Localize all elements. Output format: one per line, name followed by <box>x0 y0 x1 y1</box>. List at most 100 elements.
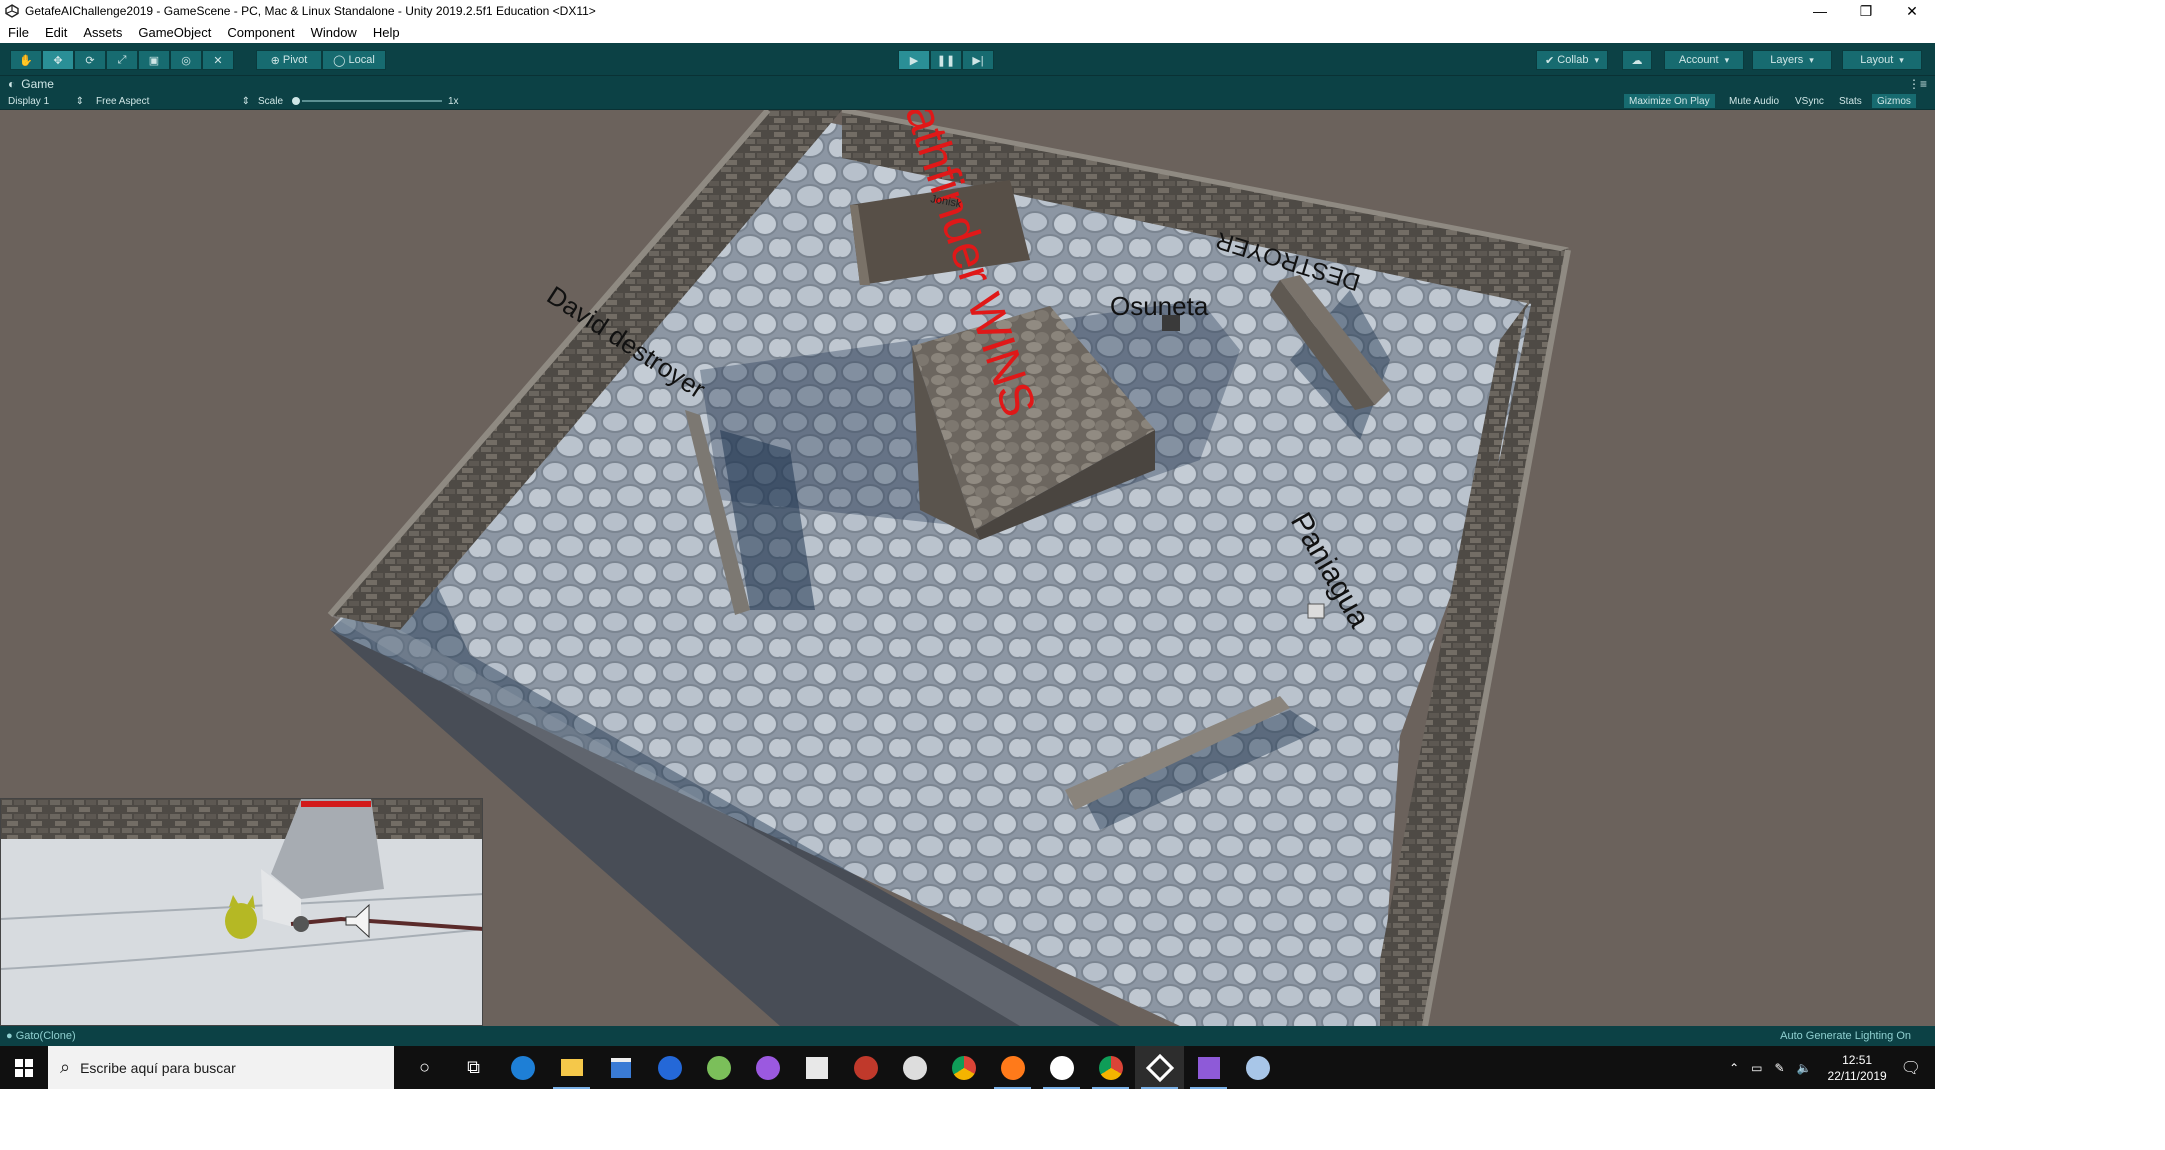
clock-date: 22/11/2019 <box>1827 1068 1887 1083</box>
menu-component[interactable]: Component <box>219 25 302 40</box>
transform-tool-icon[interactable]: ◎ <box>170 50 202 70</box>
title-bar: GetafeAIChallenge2019 - GameScene - PC, … <box>0 0 1935 22</box>
visual-studio-icon[interactable] <box>1184 1046 1233 1089</box>
minimize-button[interactable]: — <box>1797 0 1843 22</box>
start-button[interactable] <box>0 1046 48 1089</box>
store-icon[interactable] <box>596 1046 645 1089</box>
local-toggle[interactable]: ◯ Local <box>322 50 386 70</box>
taskbar-search[interactable]: ⌕ Escribe aquí para buscar <box>48 1046 394 1089</box>
game-tab-label: Game <box>21 77 54 91</box>
step-icon[interactable]: ▶| <box>962 50 994 70</box>
windows-taskbar: ⌕ Escribe aquí para buscar ○ ⧉ ⌃ ▭ ✎ 🔈 1… <box>0 1046 1935 1089</box>
display-label: Display 1 <box>8 95 50 107</box>
menu-assets[interactable]: Assets <box>75 25 130 40</box>
menu-bar: File Edit Assets GameObject Component Wi… <box>0 22 1935 43</box>
local-label: Local <box>348 54 375 66</box>
notifications-icon[interactable]: 🗨 <box>1901 1058 1921 1078</box>
clock[interactable]: 12:51 22/11/2019 <box>1828 1052 1887 1084</box>
hand-tool-icon[interactable]: ✋ <box>10 50 42 70</box>
show-hidden-icons[interactable]: ⌃ <box>1729 1061 1739 1075</box>
task-view-icon[interactable]: ⧉ <box>449 1046 498 1089</box>
tab-menu-icon[interactable]: ⋮≡ <box>1908 77 1927 91</box>
layers-label: Layers <box>1770 54 1804 66</box>
move-tool-icon[interactable]: ✥ <box>42 50 74 70</box>
selected-object-label: Gato(Clone) <box>15 1030 76 1042</box>
pen-icon[interactable]: ✎ <box>1775 1061 1785 1075</box>
status-selected: ● Gato(Clone) <box>6 1030 76 1042</box>
main-toolbar: ✋ ✥ ⟳ ⤢ ▣ ◎ ✕ ⊕ Pivot ◯ Local ▶ ❚❚ ▶| ✔ … <box>0 43 1935 76</box>
firefox-icon[interactable] <box>988 1046 1037 1089</box>
network-icon[interactable]: ▭ <box>1751 1061 1762 1075</box>
rect-tool-icon[interactable]: ▣ <box>138 50 170 70</box>
windows-logo-icon <box>15 1058 33 1077</box>
rotate-tool-icon[interactable]: ⟳ <box>74 50 106 70</box>
paint-icon[interactable] <box>1233 1046 1282 1089</box>
close-button[interactable]: ✕ <box>1889 0 1935 22</box>
volume-icon[interactable]: 🔈 <box>1797 1061 1812 1075</box>
local-icon: ◯ <box>333 54 349 67</box>
github-icon[interactable] <box>890 1046 939 1089</box>
gizmos-dropdown[interactable]: Gizmos <box>1872 94 1916 108</box>
scale-slider-handle[interactable] <box>292 97 300 105</box>
pivot-icon: ⊕ <box>270 54 283 67</box>
collab-button[interactable]: ✔ Collab <box>1536 50 1608 70</box>
unity-logo-icon <box>5 4 19 18</box>
maximize-on-play-toggle[interactable]: Maximize On Play <box>1624 94 1715 108</box>
scale-tool-icon[interactable]: ⤢ <box>106 50 138 70</box>
menu-file[interactable]: File <box>0 25 37 40</box>
edge-icon[interactable] <box>498 1046 547 1089</box>
cloud-icon[interactable]: ☁ <box>1622 50 1652 70</box>
account-dropdown[interactable]: Account <box>1664 50 1744 70</box>
aspect-chevron-icon: ⇕ <box>241 95 250 107</box>
pause-icon[interactable]: ❚❚ <box>930 50 962 70</box>
display-chevron-icon: ⇕ <box>75 95 84 107</box>
unity-hub-icon[interactable] <box>792 1046 841 1089</box>
info-icon: ● <box>6 1030 16 1042</box>
stats-toggle[interactable]: Stats <box>1834 94 1867 108</box>
unity-editor-icon[interactable] <box>1135 1046 1184 1089</box>
game-tab[interactable]: ◐ Game ⋮≡ <box>0 76 1935 92</box>
app-red-icon[interactable] <box>841 1046 890 1089</box>
transform-tools: ✋ ✥ ⟳ ⤢ ▣ ◎ ✕ <box>10 50 234 70</box>
play-icon[interactable]: ▶ <box>898 50 930 70</box>
word-online-icon[interactable] <box>1037 1046 1086 1089</box>
file-explorer-icon[interactable] <box>547 1046 596 1089</box>
display-dropdown[interactable]: Display 1 ⇕ <box>8 94 84 108</box>
chrome-icon[interactable] <box>939 1046 988 1089</box>
window-title: GetafeAIChallenge2019 - GameScene - PC, … <box>25 4 596 18</box>
maps-icon[interactable] <box>645 1046 694 1089</box>
osuneta-label: Osuneta <box>1110 291 1209 321</box>
android-studio-icon[interactable] <box>694 1046 743 1089</box>
app-purple-icon[interactable] <box>743 1046 792 1089</box>
scale-slider[interactable] <box>292 94 442 108</box>
clock-time: 12:51 <box>1842 1052 1873 1067</box>
account-label: Account <box>1678 54 1719 66</box>
vsync-toggle[interactable]: VSync <box>1790 94 1829 108</box>
menu-window[interactable]: Window <box>303 25 365 40</box>
cortana-icon[interactable]: ○ <box>400 1046 449 1089</box>
menu-edit[interactable]: Edit <box>37 25 75 40</box>
lighting-status[interactable]: Auto Generate Lighting On <box>1780 1030 1911 1042</box>
collab-label: Collab <box>1557 54 1589 66</box>
game-view-toolbar: Display 1 ⇕ Free Aspect ⇕ Scale 1x Maximiz… <box>0 92 1935 110</box>
mini-camera-render <box>1 799 482 1025</box>
chrome-2-icon[interactable] <box>1086 1046 1135 1089</box>
layers-dropdown[interactable]: Layers <box>1752 50 1832 70</box>
restore-button[interactable]: ❐ <box>1843 0 1889 22</box>
aspect-dropdown[interactable]: Free Aspect ⇕ <box>96 94 250 108</box>
pivot-toggle[interactable]: ⊕ Pivot <box>256 50 322 70</box>
menu-gameobject[interactable]: GameObject <box>130 25 219 40</box>
play-controls: ▶ ❚❚ ▶| <box>898 50 994 70</box>
layout-dropdown[interactable]: Layout <box>1842 50 1922 70</box>
system-tray: ⌃ ▭ ✎ 🔈 12:51 22/11/2019 🗨 <box>1723 1046 1935 1089</box>
taskbar-apps: ○ ⧉ <box>400 1046 1282 1089</box>
scale-slider-track <box>302 100 442 102</box>
unity-editor-window: GetafeAIChallenge2019 - GameScene - PC, … <box>0 0 1935 1089</box>
mute-audio-toggle[interactable]: Mute Audio <box>1724 94 1784 108</box>
layout-label: Layout <box>1860 54 1894 66</box>
cat-character <box>225 903 257 939</box>
custom-tool-icon[interactable]: ✕ <box>202 50 234 70</box>
mini-camera-view <box>0 798 483 1026</box>
game-viewport[interactable]: athfinder WINS DESTROYER David destroyer… <box>0 110 1935 1026</box>
menu-help[interactable]: Help <box>365 25 408 40</box>
